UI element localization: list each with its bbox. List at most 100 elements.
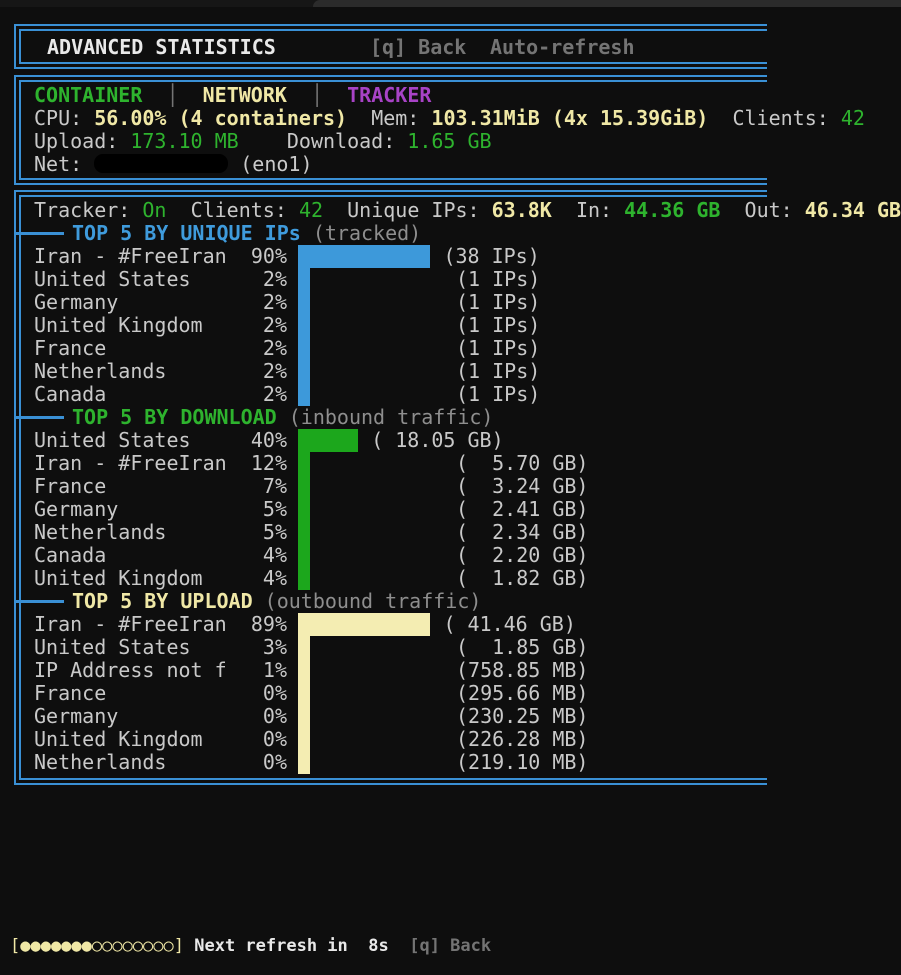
- chart-row-value: ( 41.46 GB): [443, 613, 575, 636]
- text-segment: [720, 198, 744, 222]
- chart-row-percent: 2%: [207, 268, 287, 291]
- auto-refresh-toggle[interactable]: Auto-refresh: [490, 35, 635, 59]
- chart-bar: [298, 314, 310, 337]
- chart-row-percent: 5%: [207, 498, 287, 521]
- chart-bar: [298, 337, 310, 360]
- chart-row-label: France: [34, 682, 106, 705]
- text-segment: │: [311, 83, 323, 107]
- page-title: ADVANCED STATISTICS: [47, 35, 276, 59]
- net-line: Net: (eno1): [34, 153, 901, 176]
- chart-row-percent: 40%: [207, 429, 287, 452]
- text-segment: Out:: [745, 198, 805, 222]
- chart-row-label: France: [34, 337, 106, 360]
- back-button[interactable]: [q] Back: [370, 35, 466, 59]
- text-segment: [142, 83, 166, 107]
- terminal-screen: ADVANCED STATISTICS [q] Back Auto-refres…: [0, 0, 901, 975]
- chart-row-percent: 2%: [207, 360, 287, 383]
- chart-row: Iran - #FreeIran89%( 41.46 GB): [21, 613, 901, 636]
- title-panel: ADVANCED STATISTICS [q] Back Auto-refres…: [14, 24, 767, 69]
- chart-subtitle: (outbound traffic): [253, 589, 482, 613]
- chart-bar: [298, 245, 430, 268]
- chart-bar: [298, 751, 310, 774]
- text-segment: [348, 936, 368, 956]
- traffic-out: 46.34 GB: [805, 198, 901, 222]
- unique-ips: 63.8K: [492, 198, 552, 222]
- chart-bar: [298, 383, 310, 406]
- download-value: 1.65 GB: [407, 129, 491, 153]
- tracker-summary-line: Tracker: On Clients: 42 Unique IPs: 63.8…: [34, 199, 901, 222]
- chart-bar: [298, 521, 310, 544]
- chart-row-percent: 0%: [207, 682, 287, 705]
- text-segment: │: [166, 83, 178, 107]
- chart-bar: [298, 636, 310, 659]
- chart-row-percent: 2%: [207, 383, 287, 406]
- chart-row-value: (38 IPs): [443, 245, 539, 268]
- chart-row-label: United States: [34, 636, 191, 659]
- text-segment: [228, 152, 240, 176]
- chart-row-percent: 4%: [207, 544, 287, 567]
- chart-row-label: United Kingdom: [34, 314, 203, 337]
- chart-row-value: ( 1.85 GB): [456, 636, 588, 659]
- chart-row-percent: 12%: [207, 452, 287, 475]
- chart-row-percent: 2%: [207, 291, 287, 314]
- chart-row-label: Iran - #FreeIran: [34, 452, 227, 475]
- transfer-line: Upload: 173.10 MB Download: 1.65 GB: [34, 130, 901, 153]
- chart-row-label: Netherlands: [34, 521, 166, 544]
- refresh-label: Next refresh in: [194, 936, 348, 956]
- text-segment: [389, 936, 409, 956]
- tracker-status: On: [142, 198, 166, 222]
- chart-section-header: TOP 5 BY UNIQUE IPs (tracked): [21, 222, 901, 245]
- chart-row-percent: 3%: [207, 636, 287, 659]
- chart-title: TOP 5 BY UNIQUE IPs: [72, 221, 301, 245]
- text-segment: CPU:: [34, 106, 94, 130]
- tab-network[interactable]: NETWORK: [203, 83, 287, 107]
- tab-tracker[interactable]: TRACKER: [347, 83, 431, 107]
- text-segment: Net:: [34, 152, 94, 176]
- chart-row: Germany2%(1 IPs): [21, 291, 901, 314]
- chart-section-header: TOP 5 BY UPLOAD (outbound traffic): [21, 590, 901, 613]
- chart-row: United Kingdom0%(226.28 MB): [21, 728, 901, 751]
- text-segment: Download:: [287, 129, 407, 153]
- chart-row: Netherlands5%( 2.34 GB): [21, 521, 901, 544]
- text-segment: Tracker:: [34, 198, 142, 222]
- chart-row-value: (758.85 MB): [456, 659, 588, 682]
- chart-bar: [298, 498, 310, 521]
- chart-row: United States2%(1 IPs): [21, 268, 901, 291]
- chart-bar: [298, 567, 310, 590]
- chart-row-value: (295.66 MB): [456, 682, 588, 705]
- text-segment: [323, 83, 347, 107]
- text-segment: [166, 198, 190, 222]
- text-segment: [239, 129, 287, 153]
- tracker-clients: 42: [299, 198, 323, 222]
- chart-bar: [298, 544, 310, 567]
- chart-subtitle: (inbound traffic): [277, 405, 494, 429]
- chart-row-value: (1 IPs): [456, 383, 540, 406]
- chart-row: United States40%( 18.05 GB): [21, 429, 901, 452]
- chart-bar: [298, 268, 310, 291]
- status-back-button[interactable]: [q] Back: [409, 936, 491, 956]
- chart-row: Netherlands2%(1 IPs): [21, 360, 901, 383]
- refresh-progress-dots: [●●●●●●●○○○○○○○○]: [10, 936, 184, 956]
- text-segment: Unique IPs:: [347, 198, 492, 222]
- traffic-in: 44.36 GB: [624, 198, 720, 222]
- chart-bar: [298, 659, 310, 682]
- chart-row-percent: 2%: [207, 337, 287, 360]
- chart-row-label: Iran - #FreeIran: [34, 245, 227, 268]
- chart-row-value: (230.25 MB): [456, 705, 588, 728]
- text-segment: Mem:: [371, 106, 431, 130]
- chart-row-label: United Kingdom: [34, 567, 203, 590]
- chart-row-value: ( 1.82 GB): [456, 567, 588, 590]
- redacted-net-address: [94, 154, 228, 173]
- upload-value: 173.10 MB: [130, 129, 238, 153]
- text-segment: [184, 936, 194, 956]
- chart-row-percent: 7%: [207, 475, 287, 498]
- text-segment: [179, 83, 203, 107]
- section-connector-line: [14, 232, 64, 235]
- tracker-panel: Tracker: On Clients: 42 Unique IPs: 63.8…: [14, 190, 767, 785]
- tab-container[interactable]: CONTAINER: [34, 83, 142, 107]
- chart-row-label: Canada: [34, 544, 106, 567]
- text-segment: [552, 198, 576, 222]
- chart-row-label: IP Address not f: [34, 659, 227, 682]
- chart-row-label: France: [34, 475, 106, 498]
- browser-tab-remnant: [313, 0, 901, 7]
